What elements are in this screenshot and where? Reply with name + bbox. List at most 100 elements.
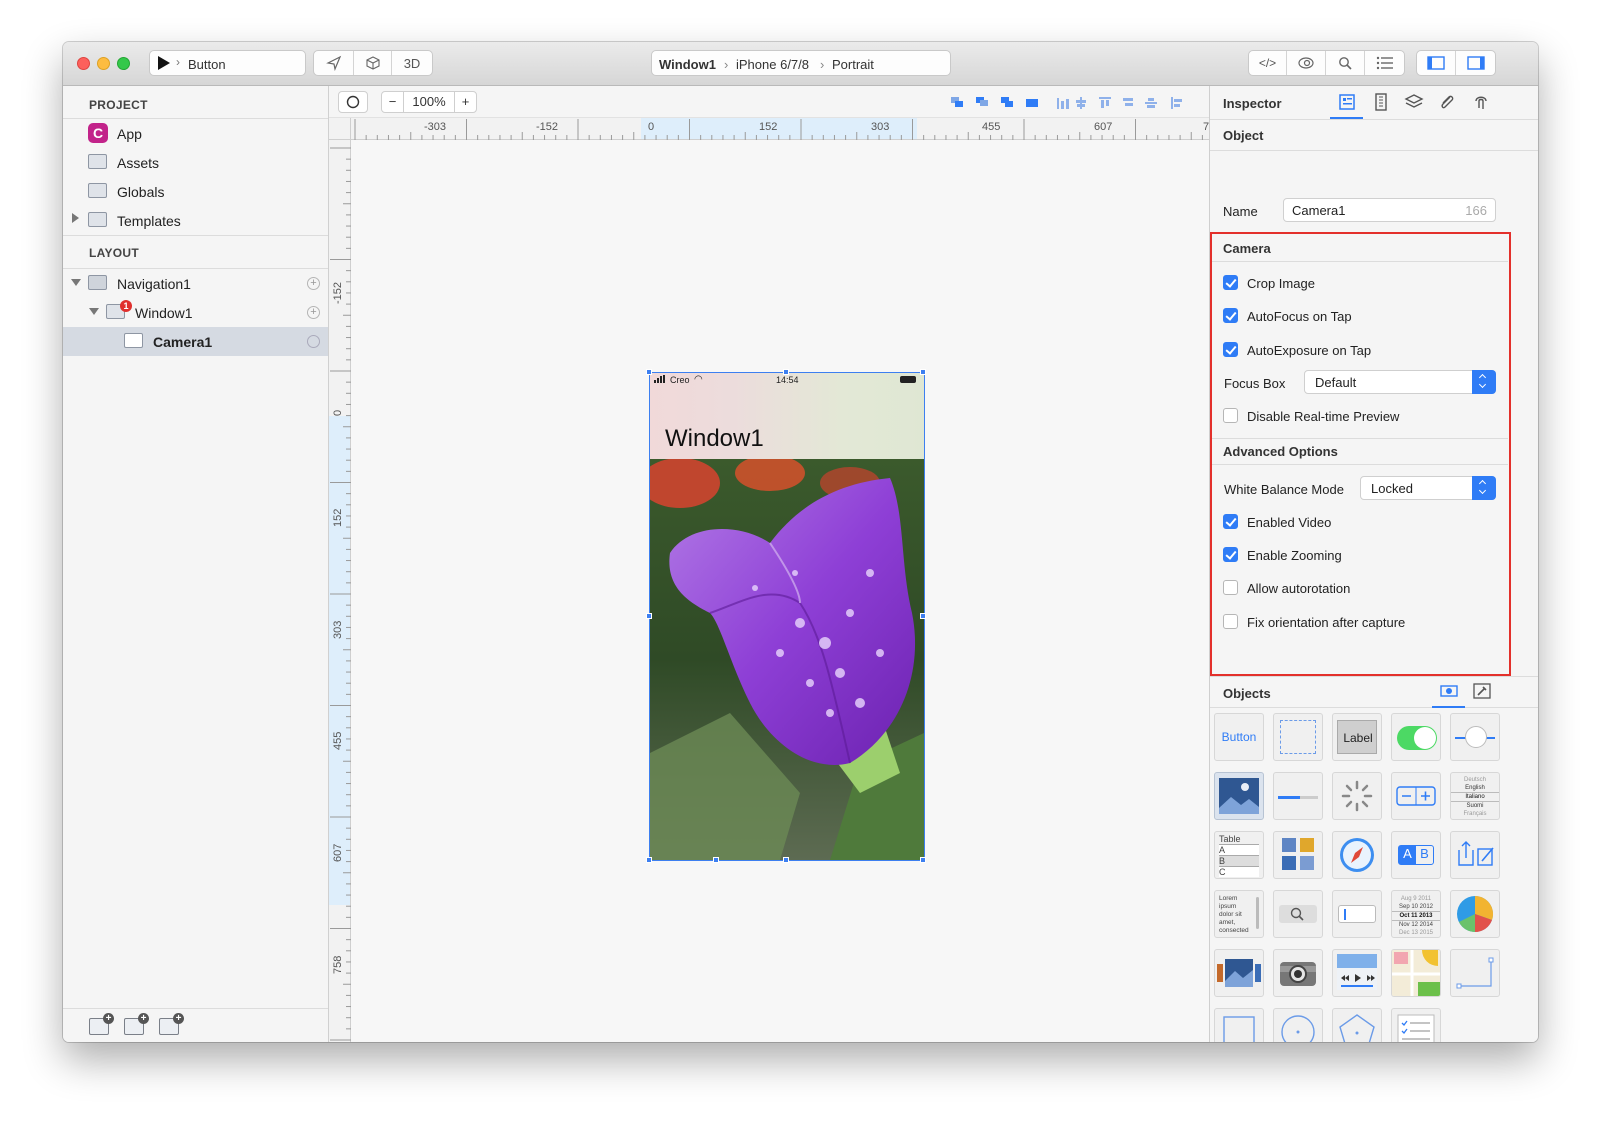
- toggle-right-panel-button[interactable]: [1456, 51, 1495, 75]
- object-activity-indicator[interactable]: [1332, 772, 1382, 820]
- play-icon[interactable]: [158, 56, 170, 70]
- zoom-level[interactable]: 100%: [404, 92, 454, 112]
- autofocus-checkbox[interactable]: [1223, 308, 1238, 323]
- fix-orientation-checkbox[interactable]: [1223, 614, 1238, 629]
- add-child-button[interactable]: +: [307, 277, 320, 290]
- autoexposure-checkbox[interactable]: [1223, 342, 1238, 357]
- 3d-view-button[interactable]: 3D: [392, 51, 432, 75]
- object-slider[interactable]: [1450, 713, 1500, 761]
- close-window-button[interactable]: [77, 57, 90, 70]
- layers-tab-icon[interactable]: [1404, 92, 1424, 112]
- object-picker[interactable]: Deutsch English Italiano Suomi Français: [1450, 772, 1500, 820]
- name-field[interactable]: Camera1 166: [1283, 198, 1496, 222]
- arrange-tools[interactable]: [949, 95, 1199, 111]
- object-stepper[interactable]: [1391, 772, 1441, 820]
- touch-tab-icon[interactable]: [1471, 92, 1491, 112]
- breadcrumb-device[interactable]: iPhone 6/7/8: [736, 57, 809, 72]
- add-navigation-button[interactable]: +: [124, 1013, 149, 1035]
- white-balance-select[interactable]: Locked: [1360, 476, 1496, 500]
- object-segmented-control[interactable]: A B: [1391, 831, 1441, 879]
- properties-tab-icon[interactable]: [1337, 92, 1357, 112]
- object-button[interactable]: Button: [1214, 713, 1264, 761]
- resize-handle[interactable]: [920, 369, 926, 375]
- list-view-button[interactable]: [1365, 51, 1404, 75]
- breadcrumb-window[interactable]: Window1: [659, 57, 716, 72]
- add-component-button[interactable]: +: [159, 1013, 184, 1035]
- resize-handle[interactable]: [920, 613, 926, 619]
- run-scheme-selector[interactable]: › Button: [149, 50, 306, 76]
- size-tab-icon[interactable]: [1371, 92, 1391, 112]
- send-to-device-button[interactable]: [314, 51, 354, 75]
- zoom-out-button[interactable]: −: [382, 92, 404, 112]
- resize-handle[interactable]: [783, 369, 789, 375]
- add-window-button[interactable]: +: [89, 1013, 114, 1035]
- object-image-carousel[interactable]: [1214, 949, 1264, 997]
- disable-preview-checkbox[interactable]: [1223, 408, 1238, 423]
- lasso-select-button[interactable]: [338, 91, 368, 113]
- layout-item-window[interactable]: 1 Window1 +: [63, 298, 328, 327]
- object-rectangle[interactable]: [1214, 1008, 1264, 1042]
- sidebar-item-templates[interactable]: Templates: [63, 206, 328, 235]
- allow-autorotation-checkbox[interactable]: [1223, 580, 1238, 595]
- object-image-view[interactable]: [1214, 772, 1264, 820]
- object-table[interactable]: Table A B C: [1214, 831, 1264, 879]
- layout-item-camera[interactable]: Camera1: [63, 327, 328, 356]
- object-line[interactable]: [1450, 949, 1500, 997]
- code-view-button[interactable]: </>: [1249, 51, 1287, 75]
- breadcrumb-orientation[interactable]: Portrait: [832, 57, 874, 72]
- focus-box-select[interactable]: Default: [1304, 370, 1496, 394]
- toggle-left-panel-button[interactable]: [1417, 51, 1456, 75]
- object-date-picker[interactable]: Aug 9 2011 Sep 10 2012 Oct 11 2013 Nov 1…: [1391, 890, 1441, 938]
- simulator-button[interactable]: [354, 51, 392, 75]
- resize-handle[interactable]: [920, 857, 926, 863]
- sidebar-item-app[interactable]: C App: [63, 119, 328, 148]
- divider: [1210, 150, 1538, 151]
- disclosure-triangle-icon[interactable]: [72, 213, 79, 223]
- object-text-view[interactable]: Lorem ipsum dolor sit amet, consected: [1214, 890, 1264, 938]
- resize-handle[interactable]: [713, 857, 719, 863]
- zoom-in-button[interactable]: +: [454, 92, 476, 112]
- layout-item-navigation[interactable]: Navigation1 +: [63, 269, 328, 298]
- object-text-field[interactable]: [1332, 890, 1382, 938]
- object-switch[interactable]: [1391, 713, 1441, 761]
- object-progress[interactable]: [1273, 772, 1323, 820]
- objects-tab-icon[interactable]: [1439, 683, 1459, 699]
- object-view[interactable]: [1273, 713, 1323, 761]
- search-button[interactable]: [1326, 51, 1365, 75]
- object-label[interactable]: Label: [1332, 713, 1382, 761]
- plus-icon: +: [173, 1013, 184, 1024]
- object-checklist[interactable]: [1391, 1008, 1441, 1042]
- resize-handle[interactable]: [646, 857, 652, 863]
- object-toolbar-buttons[interactable]: [1450, 831, 1500, 879]
- object-polygon[interactable]: [1332, 1008, 1382, 1042]
- resize-handle[interactable]: [646, 613, 652, 619]
- stepper-icon: [1396, 786, 1436, 806]
- object-image-grid[interactable]: [1273, 831, 1323, 879]
- crop-image-checkbox[interactable]: [1223, 275, 1238, 290]
- resize-handle[interactable]: [783, 857, 789, 863]
- enabled-video-checkbox[interactable]: [1223, 514, 1238, 529]
- debug-button[interactable]: [1287, 51, 1326, 75]
- object-media-player[interactable]: [1332, 949, 1382, 997]
- disclosure-triangle-icon[interactable]: [71, 279, 81, 286]
- minimize-window-button[interactable]: [97, 57, 110, 70]
- disclosure-triangle-icon[interactable]: [89, 308, 99, 315]
- resize-handle[interactable]: [646, 369, 652, 375]
- sidebar-item-assets[interactable]: Assets: [63, 148, 328, 177]
- object-map[interactable]: [1391, 949, 1441, 997]
- sidebar-item-globals[interactable]: Globals: [63, 177, 328, 206]
- table-row: A: [1219, 844, 1259, 855]
- object-camera[interactable]: [1273, 949, 1323, 997]
- wrench-tab-icon[interactable]: [1472, 683, 1492, 699]
- object-web-view[interactable]: [1332, 831, 1382, 879]
- object-chart[interactable]: [1450, 890, 1500, 938]
- add-child-button[interactable]: +: [307, 306, 320, 319]
- object-oval[interactable]: [1273, 1008, 1323, 1042]
- zoom-window-button[interactable]: [117, 57, 130, 70]
- object-search-bar[interactable]: [1273, 890, 1323, 938]
- device-preview[interactable]: Creo ◠ 14:54 Window1: [649, 372, 925, 861]
- enable-zooming-checkbox[interactable]: [1223, 547, 1238, 562]
- attachment-tab-icon[interactable]: [1437, 92, 1457, 112]
- ruler-label: 0: [648, 121, 655, 133]
- visibility-toggle[interactable]: [307, 335, 320, 348]
